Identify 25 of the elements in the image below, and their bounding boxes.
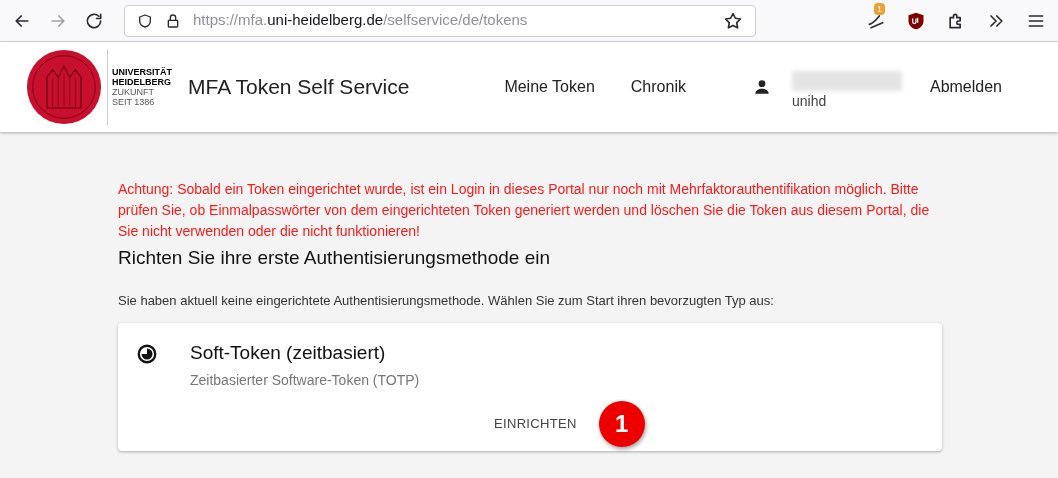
- logo-text: HEIDELBERG: [112, 77, 172, 87]
- logo-text: ZUKUNFT: [112, 87, 155, 97]
- notification-badge: 1: [874, 2, 885, 15]
- address-bar[interactable]: https://mfa.uni-heidelberg.de/selfservice/de/tokens: [124, 4, 756, 37]
- logo-text: UNIVERSITÄT: [112, 67, 172, 77]
- star-icon[interactable]: [723, 10, 743, 31]
- step-marker: 1: [598, 400, 645, 447]
- app-title: MFA Token Self Service: [188, 74, 410, 101]
- intro-text: Sie haben aktuell keine eingerichtete Authentisierungsmethode. Wählen Sie zum Start ihren bevorzugten Typ aus:: [118, 291, 775, 310]
- nav-link[interactable]: Meine Token: [504, 75, 595, 99]
- page-heading: Richten Sie ihre erste Authentisierungsmethode ein: [118, 246, 551, 270]
- clock-icon: [136, 343, 158, 365]
- user-realm: unihd: [791, 91, 828, 111]
- reload-icon[interactable]: [84, 10, 104, 31]
- logout-link[interactable]: Abmelden: [929, 75, 1002, 99]
- url-text: https://mfa.uni-heidelberg.de/selfservice/de/tokens: [193, 10, 529, 31]
- token-subtitle: Zeitbasierter Software-Token (TOTP): [190, 370, 420, 390]
- shield-icon[interactable]: [137, 12, 153, 29]
- warning-text: Achtung: Sobald ein Token eingerichtet wurde, ist ein Login in dieses Portal nur noch mit Mehrfaktorauthentifikation möglich. Bitte prüfen Sie, ob Einmalpasswörter von dem eingerichteten Token generiert werden und löschen Sie die Token aus diesem Portal, die Sie nicht verwenden oder die nicht funktionieren!: [118, 180, 931, 241]
- lock-icon[interactable]: [165, 12, 181, 29]
- token-title: Soft-Token (zeitbasiert): [190, 341, 387, 365]
- setup-button[interactable]: EINRICHTEN: [486, 409, 585, 438]
- logo-text: SEIT 1386: [112, 97, 156, 107]
- shield-icon[interactable]: [906, 10, 926, 31]
- nav-link[interactable]: Chronik: [630, 75, 686, 99]
